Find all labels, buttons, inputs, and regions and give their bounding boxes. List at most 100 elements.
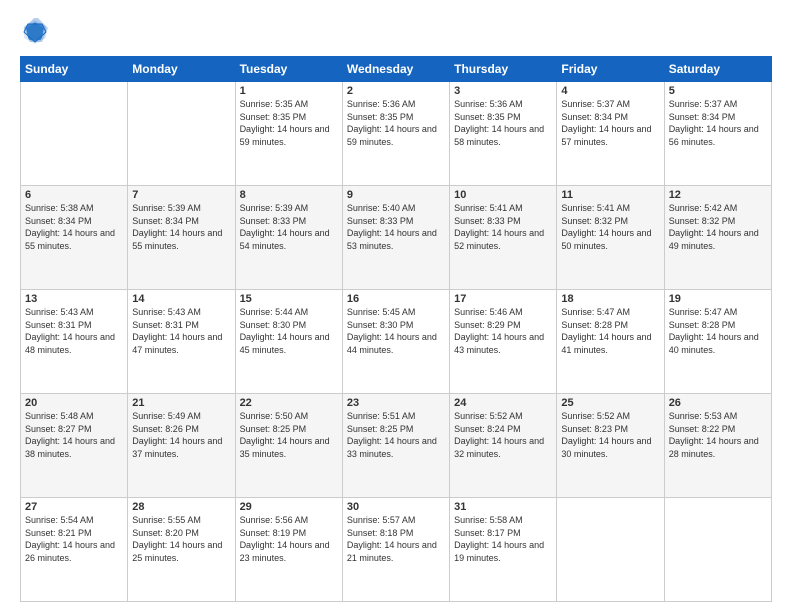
day-number: 29: [240, 501, 338, 513]
day-number: 11: [561, 189, 659, 201]
day-info: Sunrise: 5:45 AM Sunset: 8:30 PM Dayligh…: [347, 306, 445, 356]
col-tuesday: Tuesday: [235, 57, 342, 82]
day-number: 26: [669, 397, 767, 409]
day-number: 3: [454, 85, 552, 97]
calendar-cell: 20Sunrise: 5:48 AM Sunset: 8:27 PM Dayli…: [21, 394, 128, 498]
logo-icon: [20, 16, 50, 46]
day-info: Sunrise: 5:41 AM Sunset: 8:32 PM Dayligh…: [561, 202, 659, 252]
day-number: 24: [454, 397, 552, 409]
day-info: Sunrise: 5:39 AM Sunset: 8:34 PM Dayligh…: [132, 202, 230, 252]
page: Sunday Monday Tuesday Wednesday Thursday…: [0, 0, 792, 612]
day-number: 19: [669, 293, 767, 305]
day-number: 4: [561, 85, 659, 97]
day-number: 2: [347, 85, 445, 97]
day-info: Sunrise: 5:53 AM Sunset: 8:22 PM Dayligh…: [669, 410, 767, 460]
day-number: 31: [454, 501, 552, 513]
day-number: 16: [347, 293, 445, 305]
calendar-cell: 15Sunrise: 5:44 AM Sunset: 8:30 PM Dayli…: [235, 290, 342, 394]
calendar-cell: 5Sunrise: 5:37 AM Sunset: 8:34 PM Daylig…: [664, 82, 771, 186]
calendar-cell: 17Sunrise: 5:46 AM Sunset: 8:29 PM Dayli…: [450, 290, 557, 394]
day-number: 20: [25, 397, 123, 409]
day-number: 15: [240, 293, 338, 305]
calendar-cell: 25Sunrise: 5:52 AM Sunset: 8:23 PM Dayli…: [557, 394, 664, 498]
day-number: 1: [240, 85, 338, 97]
calendar-cell: 10Sunrise: 5:41 AM Sunset: 8:33 PM Dayli…: [450, 186, 557, 290]
weekday-header-row: Sunday Monday Tuesday Wednesday Thursday…: [21, 57, 772, 82]
day-info: Sunrise: 5:37 AM Sunset: 8:34 PM Dayligh…: [561, 98, 659, 148]
day-info: Sunrise: 5:35 AM Sunset: 8:35 PM Dayligh…: [240, 98, 338, 148]
day-info: Sunrise: 5:49 AM Sunset: 8:26 PM Dayligh…: [132, 410, 230, 460]
day-number: 27: [25, 501, 123, 513]
day-number: 25: [561, 397, 659, 409]
day-info: Sunrise: 5:56 AM Sunset: 8:19 PM Dayligh…: [240, 514, 338, 564]
day-number: 5: [669, 85, 767, 97]
day-info: Sunrise: 5:39 AM Sunset: 8:33 PM Dayligh…: [240, 202, 338, 252]
calendar-cell: 11Sunrise: 5:41 AM Sunset: 8:32 PM Dayli…: [557, 186, 664, 290]
calendar-cell: [21, 82, 128, 186]
day-number: 17: [454, 293, 552, 305]
calendar-cell: [128, 82, 235, 186]
calendar-cell: 26Sunrise: 5:53 AM Sunset: 8:22 PM Dayli…: [664, 394, 771, 498]
calendar-cell: 16Sunrise: 5:45 AM Sunset: 8:30 PM Dayli…: [342, 290, 449, 394]
calendar-cell: 22Sunrise: 5:50 AM Sunset: 8:25 PM Dayli…: [235, 394, 342, 498]
day-info: Sunrise: 5:37 AM Sunset: 8:34 PM Dayligh…: [669, 98, 767, 148]
col-sunday: Sunday: [21, 57, 128, 82]
calendar-cell: 21Sunrise: 5:49 AM Sunset: 8:26 PM Dayli…: [128, 394, 235, 498]
calendar-cell: 14Sunrise: 5:43 AM Sunset: 8:31 PM Dayli…: [128, 290, 235, 394]
day-number: 21: [132, 397, 230, 409]
day-info: Sunrise: 5:41 AM Sunset: 8:33 PM Dayligh…: [454, 202, 552, 252]
col-monday: Monday: [128, 57, 235, 82]
calendar-cell: 28Sunrise: 5:55 AM Sunset: 8:20 PM Dayli…: [128, 498, 235, 602]
day-info: Sunrise: 5:52 AM Sunset: 8:23 PM Dayligh…: [561, 410, 659, 460]
calendar-cell: 27Sunrise: 5:54 AM Sunset: 8:21 PM Dayli…: [21, 498, 128, 602]
calendar-cell: 31Sunrise: 5:58 AM Sunset: 8:17 PM Dayli…: [450, 498, 557, 602]
day-info: Sunrise: 5:47 AM Sunset: 8:28 PM Dayligh…: [669, 306, 767, 356]
calendar-cell: [664, 498, 771, 602]
logo: [20, 16, 54, 46]
day-number: 12: [669, 189, 767, 201]
day-info: Sunrise: 5:36 AM Sunset: 8:35 PM Dayligh…: [454, 98, 552, 148]
day-info: Sunrise: 5:43 AM Sunset: 8:31 PM Dayligh…: [132, 306, 230, 356]
day-info: Sunrise: 5:47 AM Sunset: 8:28 PM Dayligh…: [561, 306, 659, 356]
calendar-cell: 1Sunrise: 5:35 AM Sunset: 8:35 PM Daylig…: [235, 82, 342, 186]
day-info: Sunrise: 5:57 AM Sunset: 8:18 PM Dayligh…: [347, 514, 445, 564]
calendar-week-row: 20Sunrise: 5:48 AM Sunset: 8:27 PM Dayli…: [21, 394, 772, 498]
day-info: Sunrise: 5:43 AM Sunset: 8:31 PM Dayligh…: [25, 306, 123, 356]
day-number: 28: [132, 501, 230, 513]
col-saturday: Saturday: [664, 57, 771, 82]
day-info: Sunrise: 5:46 AM Sunset: 8:29 PM Dayligh…: [454, 306, 552, 356]
col-thursday: Thursday: [450, 57, 557, 82]
day-number: 10: [454, 189, 552, 201]
calendar-cell: 18Sunrise: 5:47 AM Sunset: 8:28 PM Dayli…: [557, 290, 664, 394]
day-number: 6: [25, 189, 123, 201]
day-info: Sunrise: 5:58 AM Sunset: 8:17 PM Dayligh…: [454, 514, 552, 564]
calendar-cell: 13Sunrise: 5:43 AM Sunset: 8:31 PM Dayli…: [21, 290, 128, 394]
day-info: Sunrise: 5:48 AM Sunset: 8:27 PM Dayligh…: [25, 410, 123, 460]
day-info: Sunrise: 5:51 AM Sunset: 8:25 PM Dayligh…: [347, 410, 445, 460]
day-number: 8: [240, 189, 338, 201]
day-info: Sunrise: 5:55 AM Sunset: 8:20 PM Dayligh…: [132, 514, 230, 564]
calendar-cell: 12Sunrise: 5:42 AM Sunset: 8:32 PM Dayli…: [664, 186, 771, 290]
calendar-cell: 9Sunrise: 5:40 AM Sunset: 8:33 PM Daylig…: [342, 186, 449, 290]
col-friday: Friday: [557, 57, 664, 82]
day-number: 13: [25, 293, 123, 305]
calendar-table: Sunday Monday Tuesday Wednesday Thursday…: [20, 56, 772, 602]
day-number: 14: [132, 293, 230, 305]
calendar-cell: 4Sunrise: 5:37 AM Sunset: 8:34 PM Daylig…: [557, 82, 664, 186]
calendar-cell: 29Sunrise: 5:56 AM Sunset: 8:19 PM Dayli…: [235, 498, 342, 602]
calendar-cell: [557, 498, 664, 602]
calendar-week-row: 27Sunrise: 5:54 AM Sunset: 8:21 PM Dayli…: [21, 498, 772, 602]
calendar-cell: 8Sunrise: 5:39 AM Sunset: 8:33 PM Daylig…: [235, 186, 342, 290]
calendar-week-row: 1Sunrise: 5:35 AM Sunset: 8:35 PM Daylig…: [21, 82, 772, 186]
day-number: 7: [132, 189, 230, 201]
calendar-cell: 24Sunrise: 5:52 AM Sunset: 8:24 PM Dayli…: [450, 394, 557, 498]
day-info: Sunrise: 5:44 AM Sunset: 8:30 PM Dayligh…: [240, 306, 338, 356]
calendar-cell: 2Sunrise: 5:36 AM Sunset: 8:35 PM Daylig…: [342, 82, 449, 186]
day-number: 22: [240, 397, 338, 409]
calendar-cell: 3Sunrise: 5:36 AM Sunset: 8:35 PM Daylig…: [450, 82, 557, 186]
day-number: 18: [561, 293, 659, 305]
calendar-cell: 30Sunrise: 5:57 AM Sunset: 8:18 PM Dayli…: [342, 498, 449, 602]
day-number: 23: [347, 397, 445, 409]
calendar-cell: 7Sunrise: 5:39 AM Sunset: 8:34 PM Daylig…: [128, 186, 235, 290]
day-info: Sunrise: 5:36 AM Sunset: 8:35 PM Dayligh…: [347, 98, 445, 148]
